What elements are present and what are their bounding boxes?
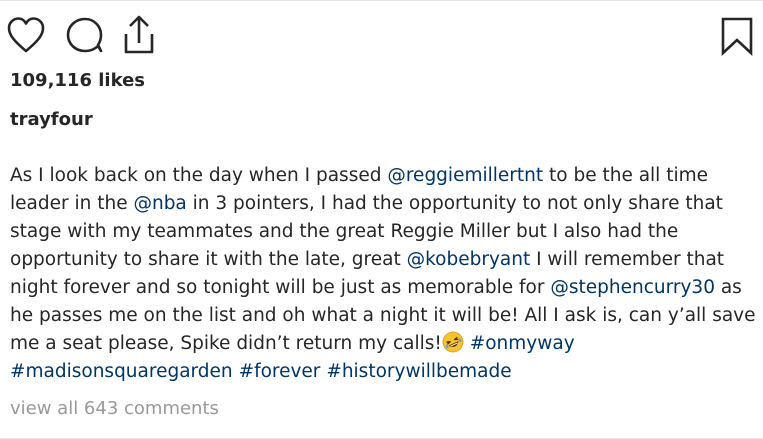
comment-icon[interactable] — [64, 16, 104, 54]
post-username[interactable]: trayfour — [10, 109, 93, 130]
caption-text: As I look back on the day when I passed — [10, 165, 388, 186]
bookmark-icon[interactable] — [719, 16, 755, 56]
action-bar — [0, 12, 763, 58]
mention-link[interactable]: @stephencurry30 — [550, 277, 715, 298]
heart-icon[interactable] — [6, 16, 46, 54]
mention-link[interactable]: @nba — [133, 193, 186, 214]
view-all-comments-link[interactable]: view all 643 comments — [10, 398, 219, 419]
mention-link[interactable]: @kobebryant — [407, 249, 531, 270]
hashtag-link[interactable]: #forever — [239, 361, 321, 382]
hashtag-link[interactable]: #onmyway — [470, 333, 575, 354]
rolling-on-floor-laughing-emoji-icon — [442, 331, 464, 353]
hashtag-link[interactable]: #historywillbemade — [326, 361, 511, 382]
share-icon[interactable] — [118, 14, 160, 56]
post-caption: As I look back on the day when I passed … — [10, 162, 760, 386]
top-divider — [0, 0, 763, 1]
likes-count[interactable]: 109,116 likes — [10, 70, 145, 91]
hashtag-link[interactable]: #madisonsquaregarden — [10, 361, 233, 382]
mention-link[interactable]: @reggiemillertnt — [387, 165, 543, 186]
